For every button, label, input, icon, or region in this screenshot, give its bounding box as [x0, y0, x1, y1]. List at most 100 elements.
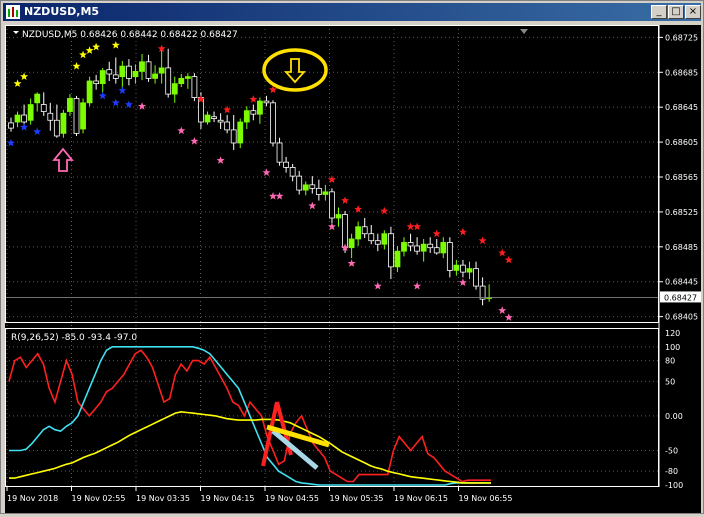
candle-body: [86, 80, 93, 104]
blue-star-signal: [124, 100, 133, 108]
osc-axis-label: -80: [665, 467, 678, 476]
price-axis-label: 0.68445: [665, 278, 698, 287]
candle-body: [302, 184, 309, 191]
close-button[interactable]: ×: [685, 5, 701, 19]
pink-star-signal: [308, 201, 317, 210]
chart-area[interactable]: NZDUSD,M5 0.68426 0.68442 0.68422 0.6842…: [5, 25, 701, 513]
candle-body: [217, 119, 224, 123]
candle-body: [34, 93, 41, 104]
candle-body: [322, 191, 329, 195]
price-axis-label: 0.68405: [665, 313, 698, 322]
current-price-label: 0.68427: [664, 293, 697, 302]
price-axis-label: 0.68605: [665, 138, 698, 147]
main-panel-frame: [5, 25, 659, 323]
time-axis-label: 19 Nov 06:15: [394, 494, 448, 503]
candle-body: [250, 110, 257, 115]
candle-body: [335, 214, 342, 219]
candle-body: [276, 142, 283, 163]
candle-body: [99, 70, 106, 85]
blue-star-signal: [20, 123, 29, 131]
candle-body: [211, 116, 217, 119]
osc-axis-label: 80: [665, 357, 675, 366]
minimize-button[interactable]: _: [651, 5, 667, 19]
candle-body: [329, 191, 335, 219]
candle-body: [158, 67, 165, 74]
candle-body: [106, 69, 113, 75]
red-star-signal: [498, 248, 507, 257]
red-star-signal: [459, 227, 467, 236]
osc-axis-label: -50: [665, 446, 678, 455]
candle-body: [152, 73, 159, 79]
maximize-button[interactable]: □: [668, 5, 684, 19]
blue-star-signal: [98, 91, 107, 100]
candle-body: [243, 110, 250, 123]
price-axis-label: 0.68645: [665, 103, 698, 112]
chart-window-icon: [6, 5, 20, 19]
candle-body: [407, 242, 414, 247]
blue-star-signal: [33, 127, 42, 135]
candle-body: [453, 264, 460, 271]
blue-star-signal: [7, 138, 15, 147]
candle-body: [80, 102, 86, 130]
candle-body: [394, 250, 401, 268]
candle-body: [112, 74, 119, 79]
pink-star-signal: [347, 259, 356, 267]
osc-axis-label: 100: [665, 343, 680, 352]
candle-body: [414, 245, 421, 252]
main-panel-header: NZDUSD,M5 0.68426 0.68442 0.68422 0.6842…: [22, 30, 238, 40]
pink-star-signal: [373, 281, 382, 290]
pink-star-signal: [177, 126, 186, 135]
candle-body: [440, 242, 447, 254]
candle-body: [473, 268, 479, 287]
candle-body: [60, 112, 67, 134]
red-star-signal: [380, 206, 389, 215]
time-axis-label: 19 Nov 04:55: [265, 494, 319, 503]
blue-star-signal: [118, 86, 127, 94]
chart-shift-marker-icon[interactable]: [520, 29, 528, 34]
red-star-signal: [413, 222, 422, 231]
red-star-signal: [504, 255, 513, 264]
osc-axis-label: 120: [665, 329, 680, 338]
candle-body: [204, 114, 211, 123]
osc-line-yellow: [9, 410, 491, 484]
candle-body: [230, 129, 237, 144]
window-title: NZDUSD,M5: [24, 5, 100, 18]
pink-star-signal: [269, 192, 277, 200]
candle-body: [446, 242, 453, 271]
candle-body: [309, 184, 316, 189]
pink-star-signal: [328, 222, 336, 231]
candle-body: [14, 114, 21, 123]
red-star-signal: [406, 222, 415, 231]
candle-body: [178, 77, 185, 85]
price-axis-label: 0.68565: [665, 173, 698, 182]
candle-body: [342, 214, 348, 249]
candle-body: [184, 76, 191, 79]
candle-body: [224, 121, 231, 131]
candle-body: [460, 264, 466, 273]
pink-star-signal: [262, 168, 271, 176]
yellow-star-signal: [111, 41, 120, 49]
candle-body: [427, 243, 434, 249]
red-star-signal: [341, 196, 349, 204]
candle-body: [355, 226, 362, 240]
candle-body: [73, 98, 80, 134]
candle-body: [171, 83, 178, 95]
candle-body: [296, 175, 303, 191]
yellow-star-signal: [72, 62, 81, 70]
candle-body: [348, 238, 355, 249]
candle-body: [40, 104, 47, 112]
candle-body: [263, 100, 270, 104]
candle-body: [315, 187, 322, 195]
red-star-signal: [354, 205, 363, 213]
title-bar[interactable]: NZDUSD,M5 _ □ ×: [3, 3, 701, 21]
candle-body: [67, 98, 73, 112]
sub-panel-header: R(9,26,52) -85.0 -93.4 -97.0: [11, 333, 137, 343]
candle-body: [191, 76, 198, 98]
highlight-circle: [262, 48, 328, 92]
pink-star-signal: [190, 137, 199, 145]
osc-axis-label: 0.00: [665, 412, 683, 421]
candle-body: [466, 268, 473, 273]
collapse-triangle-icon[interactable]: [13, 31, 19, 34]
candle-body: [119, 65, 126, 78]
price-chart[interactable]: NZDUSD,M5 0.68426 0.68442 0.68422 0.6842…: [5, 25, 701, 513]
